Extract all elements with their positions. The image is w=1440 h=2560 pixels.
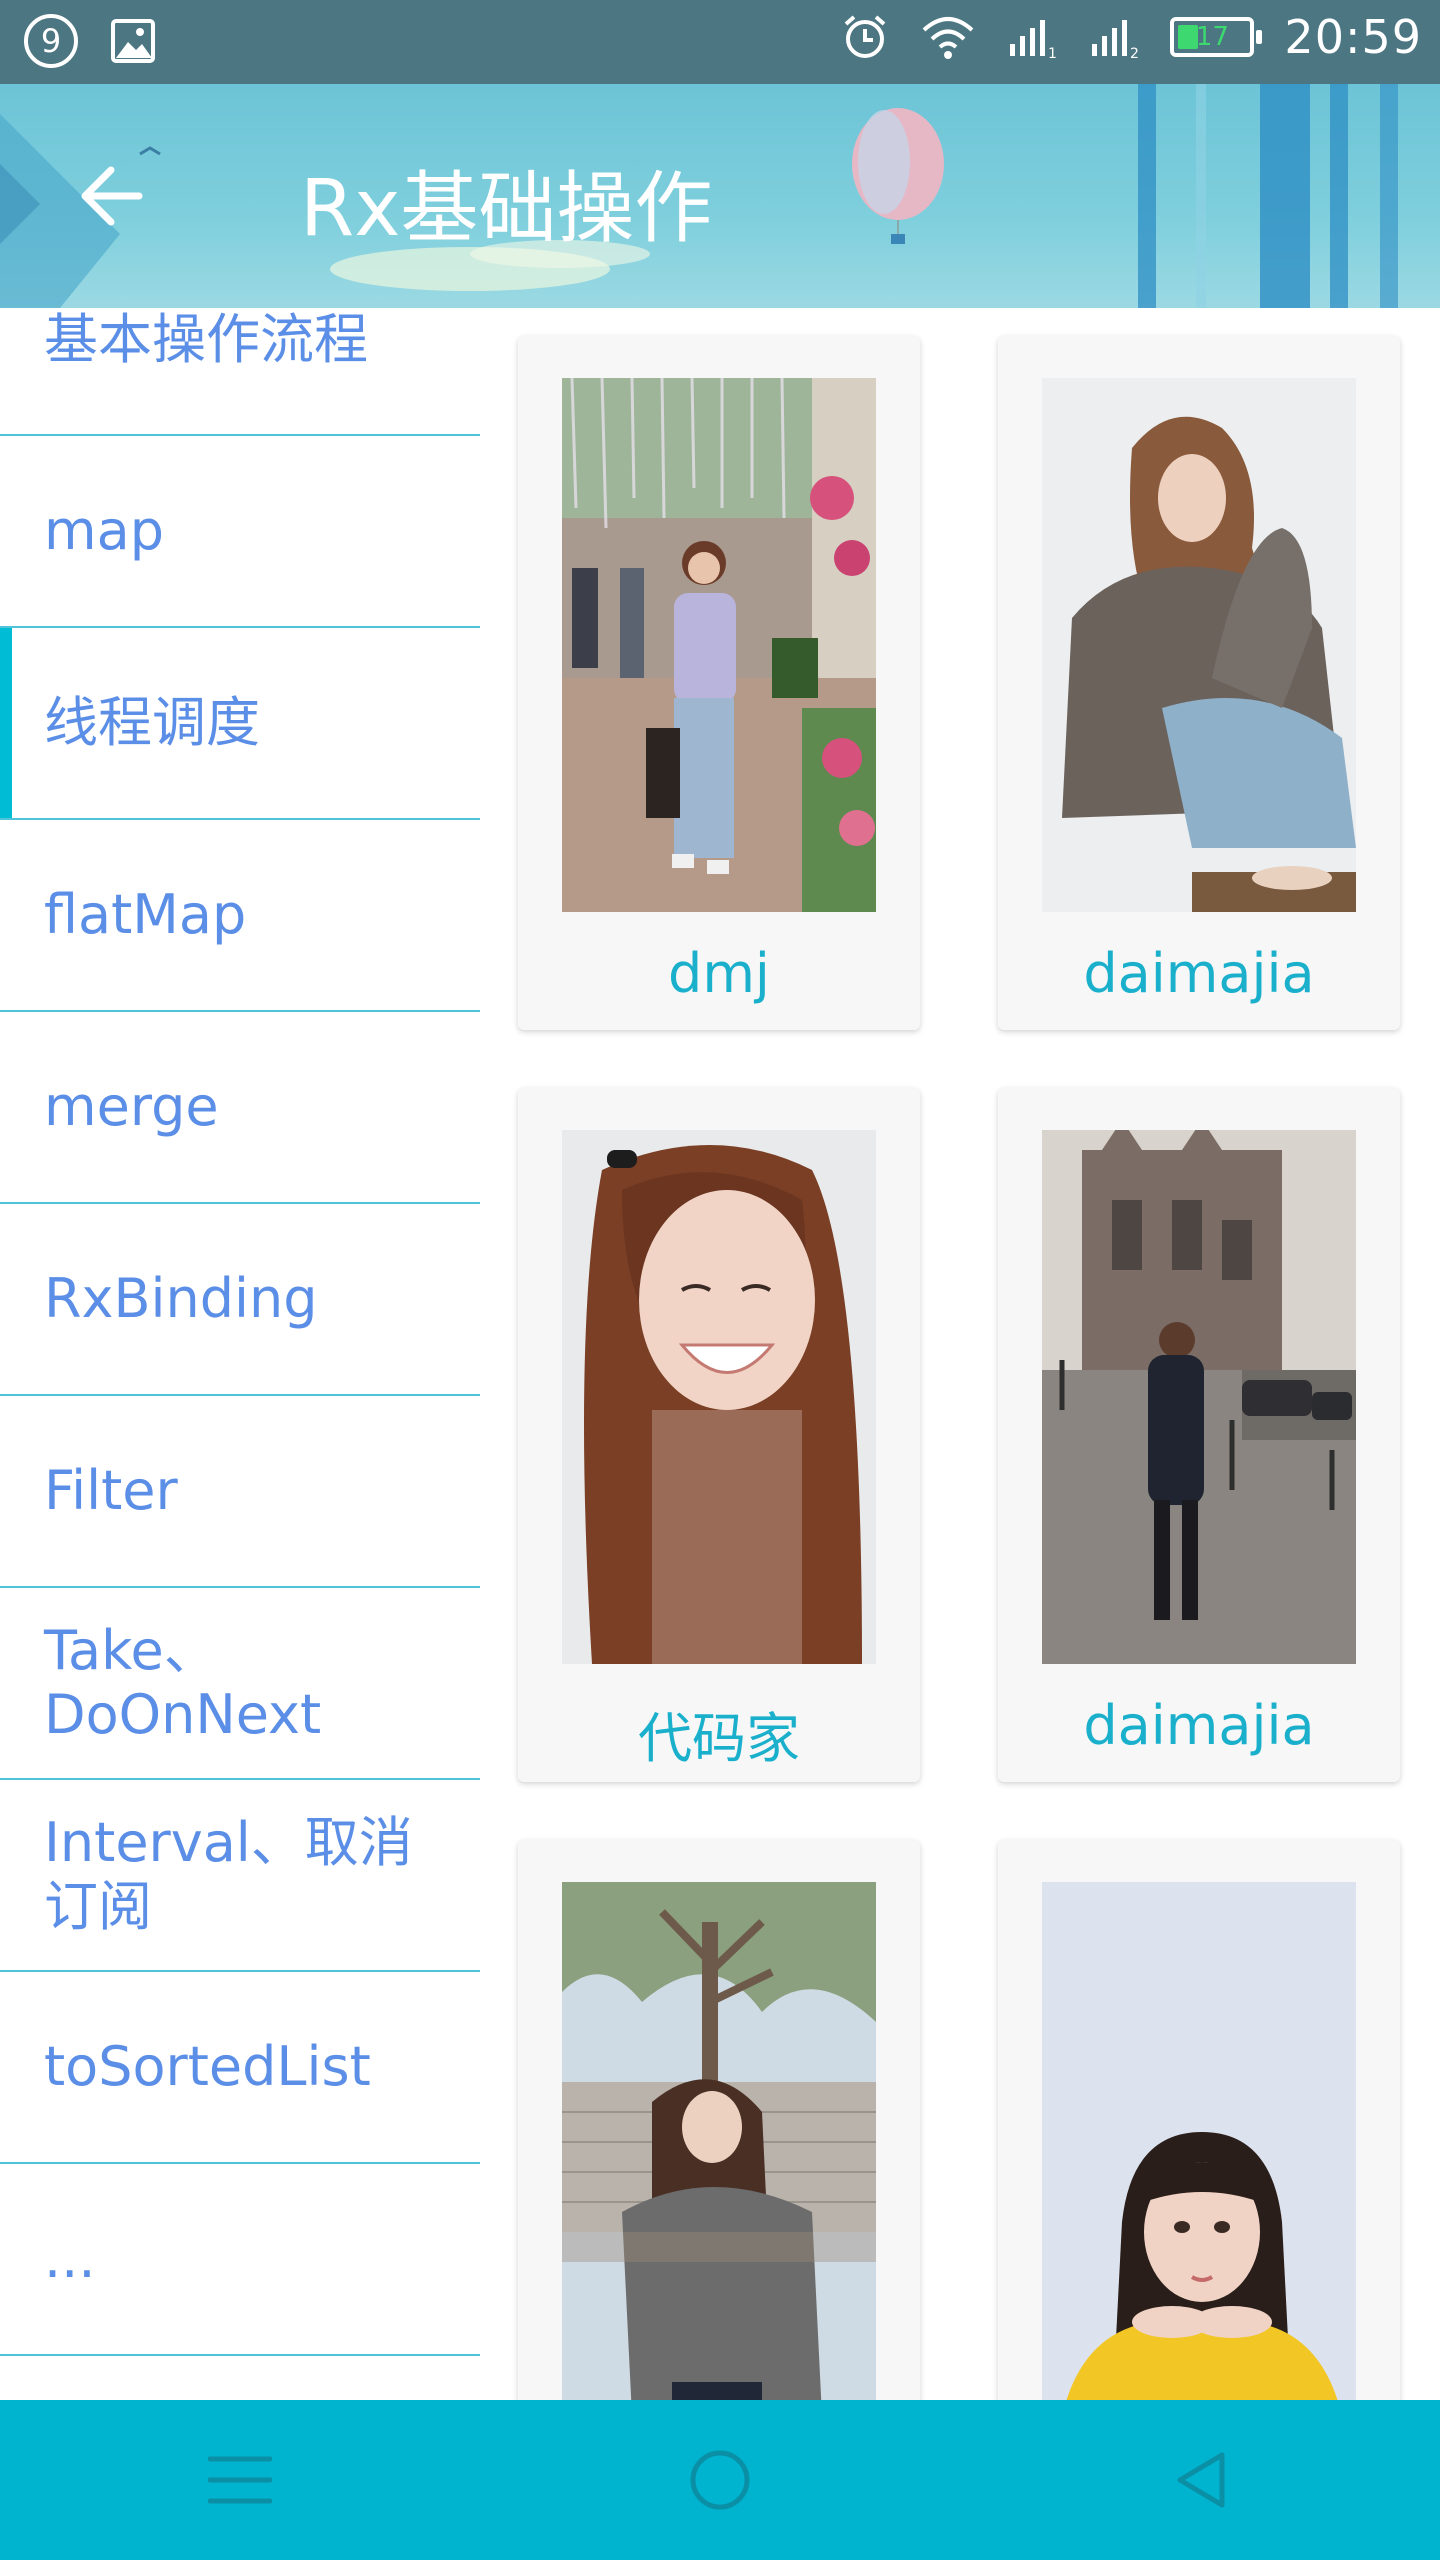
nav-item-label: merge: [44, 1075, 219, 1138]
photo-caption: 代码家: [638, 1707, 800, 1770]
alarm-icon: [840, 12, 890, 62]
toolbar-background-illustration: [0, 84, 1398, 308]
battery-level: 17: [1195, 22, 1229, 52]
nav-item-label: map: [44, 499, 164, 562]
nav-item-basic-flow[interactable]: 基本操作流程: [0, 308, 480, 436]
photo-card[interactable]: dmj: [518, 336, 920, 1030]
nav-item-map[interactable]: map: [0, 436, 480, 628]
photo-caption: daimajia: [1083, 1694, 1315, 1757]
arrow-left-icon: [81, 166, 143, 226]
photo-image: [562, 378, 876, 912]
svg-text:1: 1: [1048, 46, 1057, 60]
nav-item-label: Filter: [44, 1459, 178, 1522]
photo-card[interactable]: daimajia: [998, 336, 1400, 1030]
nav-item-label: toSortedList: [44, 2035, 371, 2098]
system-navigation-bar: [0, 2400, 1440, 2560]
gallery-icon: [110, 18, 156, 64]
nav-item-label: flatMap: [44, 883, 247, 946]
photo-image: [562, 1882, 876, 2400]
nav-item-label: Take、 DoOnNext: [44, 1619, 322, 1746]
svg-text:2: 2: [1130, 46, 1139, 60]
home-circle-icon: [690, 2450, 750, 2510]
menu-button[interactable]: [180, 2420, 300, 2540]
back-nav-button[interactable]: [1140, 2420, 1260, 2540]
photo-caption: daimajia: [1083, 942, 1315, 1005]
photo-card[interactable]: daimajia: [998, 1088, 1400, 1782]
status-bar: 9 1 2 17 20:59: [0, 0, 1440, 84]
photo-image: [1042, 1882, 1356, 2400]
wifi-icon: [920, 14, 976, 60]
nav-item-rxbinding[interactable]: RxBinding: [0, 1204, 480, 1396]
page-title: Rx基础操作: [300, 164, 713, 254]
nav-item-interval-unsubscribe[interactable]: Interval、取消 订阅: [0, 1780, 480, 1972]
nav-item-more[interactable]: ...: [0, 2164, 480, 2356]
photo-grid: dmj daimajia 代码家 daimajia: [480, 308, 1440, 2400]
menu-icon: [208, 2456, 272, 2504]
operation-list: 基本操作流程 map 线程调度 flatMap merge RxBinding …: [0, 308, 480, 2400]
nav-item-merge[interactable]: merge: [0, 1012, 480, 1204]
back-button[interactable]: [70, 154, 154, 238]
nav-item-label: 基本操作流程: [44, 308, 368, 371]
nav-item-tosortedlist[interactable]: toSortedList: [0, 1972, 480, 2164]
photo-card[interactable]: 代码家: [518, 1088, 920, 1782]
nav-item-label: ...: [44, 2227, 96, 2290]
back-triangle-icon: [1177, 2452, 1225, 2508]
nav-item-thread-scheduling[interactable]: 线程调度: [0, 628, 480, 820]
photo-card[interactable]: [518, 1840, 920, 2400]
nav-item-take-doonnext[interactable]: Take、 DoOnNext: [0, 1588, 480, 1780]
home-button[interactable]: [660, 2420, 780, 2540]
nav-item-flatmap[interactable]: flatMap: [0, 820, 480, 1012]
toolbar: Rx基础操作: [0, 84, 1440, 308]
battery-icon: 17: [1170, 17, 1263, 57]
photo-image: [1042, 378, 1356, 912]
photo-caption: dmj: [668, 942, 770, 1005]
clock: 20:59: [1284, 10, 1422, 64]
nav-item-label: Interval、取消 订阅: [44, 1811, 413, 1938]
photo-image: [562, 1130, 876, 1664]
notification-count: 9: [40, 22, 62, 60]
photo-card[interactable]: [998, 1840, 1400, 2400]
signal-2-icon: 2: [1088, 14, 1140, 60]
nav-item-label: RxBinding: [44, 1267, 318, 1330]
notification-count-icon: 9: [24, 14, 78, 68]
signal-icon: 1: [1006, 14, 1058, 60]
nav-item-filter[interactable]: Filter: [0, 1396, 480, 1588]
nav-item-label: 线程调度: [44, 691, 260, 754]
photo-image: [1042, 1130, 1356, 1664]
